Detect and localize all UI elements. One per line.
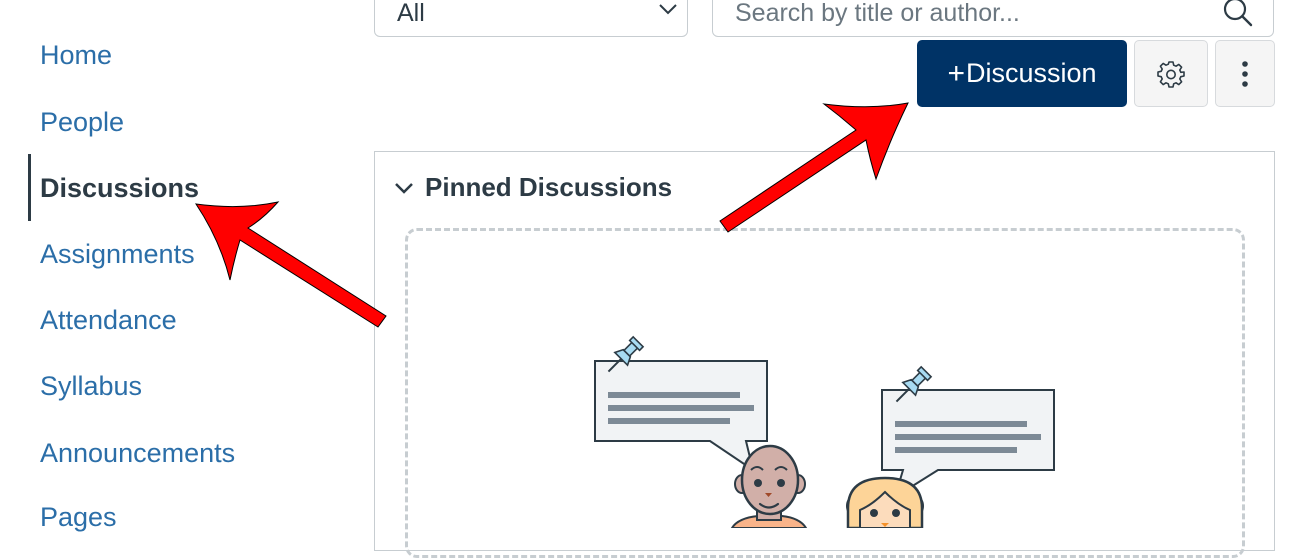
nav-item-pages[interactable]: Pages: [40, 500, 117, 534]
nav-item-people[interactable]: People: [40, 105, 124, 139]
speech-bubble-left: [594, 360, 768, 473]
plus-icon: +: [947, 56, 965, 90]
pinned-empty-illustration: [594, 335, 1055, 528]
course-navigation: Home People Discussions Assignments Atte…: [0, 0, 360, 532]
nav-item-syllabus[interactable]: Syllabus: [40, 369, 142, 403]
nav-item-home[interactable]: Home: [40, 38, 112, 72]
search-input[interactable]: [733, 0, 1207, 31]
discussion-filter-select[interactable]: All: [374, 0, 688, 37]
add-discussion-button[interactable]: + Discussion: [917, 40, 1127, 107]
gear-icon: [1157, 60, 1185, 88]
discussion-settings-button[interactable]: [1134, 40, 1208, 107]
nav-item-assignments[interactable]: Assignments: [40, 237, 195, 271]
pinned-discussions-toggle[interactable]: Pinned Discussions: [393, 172, 672, 203]
more-options-button[interactable]: [1215, 40, 1275, 107]
filter-select-value: All: [397, 0, 425, 27]
nav-item-attendance[interactable]: Attendance: [40, 303, 177, 337]
pinned-discussions-title: Pinned Discussions: [425, 172, 673, 202]
nav-item-discussions[interactable]: Discussions: [40, 171, 199, 205]
active-indicator: [28, 154, 31, 221]
chevron-down-icon: [659, 4, 677, 15]
search-icon[interactable]: [1221, 0, 1255, 29]
nav-item-announcements[interactable]: Announcements: [40, 436, 235, 470]
search-field[interactable]: [712, 0, 1274, 37]
person-right-avatar: [846, 476, 924, 528]
kebab-icon: [1242, 60, 1248, 87]
chevron-down-icon: [395, 182, 413, 194]
add-discussion-label: Discussion: [965, 58, 1097, 88]
